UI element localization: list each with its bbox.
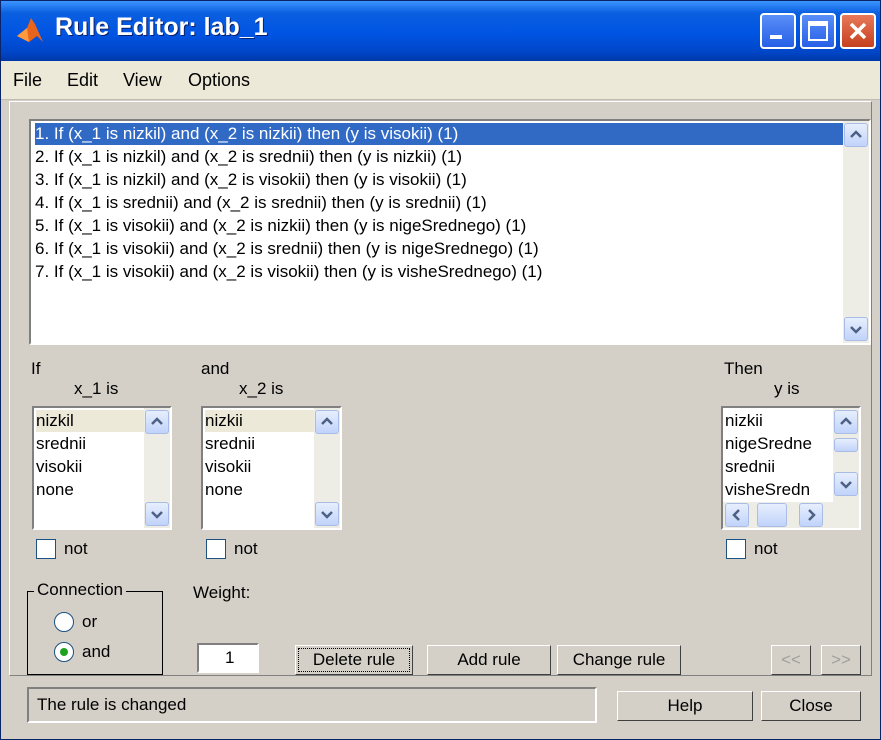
x2-variable-label: x_2 is	[239, 379, 284, 398]
rule-list-scrollbar[interactable]	[843, 121, 869, 343]
scroll-right-button[interactable]	[799, 503, 823, 527]
scroll-left-button[interactable]	[725, 503, 749, 527]
x1-variable-label: x_1 is	[74, 379, 119, 398]
y-not-label: not	[754, 539, 778, 558]
x2-membership-list[interactable]: nizkii srednii visokii none	[201, 406, 342, 530]
y-membership-list[interactable]: nizkii nigeSredne srednii visheSredn	[721, 406, 861, 530]
scroll-down-button[interactable]	[834, 472, 858, 496]
arrow-down-icon	[321, 511, 333, 519]
matlab-logo-icon	[17, 18, 43, 42]
y-not-checkbox[interactable]	[726, 539, 746, 559]
x2-list-item[interactable]: visokii	[205, 456, 251, 478]
connection-group: Connection or and	[27, 580, 163, 675]
rule-item[interactable]: 2. If (x_1 is nizkil) and (x_2 is sredni…	[35, 146, 462, 168]
weight-input[interactable]: 1	[197, 643, 259, 673]
arrow-down-icon	[840, 481, 852, 489]
x1-list-item[interactable]: srednii	[36, 433, 86, 455]
arrow-up-icon	[840, 417, 852, 425]
x2-not-label: not	[234, 539, 258, 558]
add-rule-button[interactable]: Add rule	[427, 645, 551, 675]
maximize-button[interactable]	[800, 13, 836, 49]
rule-item[interactable]: 3. If (x_1 is nizkil) and (x_2 is visoki…	[35, 169, 467, 191]
connection-and-label: and	[82, 642, 111, 661]
close-window-button[interactable]	[840, 13, 876, 49]
x1-not-label: not	[64, 539, 88, 558]
hscroll-thumb[interactable]	[757, 503, 787, 527]
arrow-up-icon	[151, 417, 163, 425]
window-title: Rule Editor: lab_1	[55, 13, 268, 41]
x2-list-item[interactable]: nizkii	[205, 410, 314, 432]
arrow-up-icon	[321, 417, 333, 425]
y-list-vscrollbar[interactable]	[833, 408, 859, 502]
x2-list-item[interactable]: none	[205, 479, 243, 501]
x1-list-scrollbar[interactable]	[144, 408, 170, 528]
x1-not-checkbox[interactable]	[36, 539, 56, 559]
x2-list-item[interactable]: srednii	[205, 433, 255, 455]
delete-rule-button[interactable]: Delete rule	[295, 645, 413, 675]
scroll-down-button[interactable]	[145, 502, 169, 526]
connection-label: Connection	[34, 580, 127, 600]
scroll-thumb[interactable]	[834, 438, 858, 452]
next-button[interactable]: >>	[821, 645, 861, 675]
x2-list-scrollbar[interactable]	[314, 408, 340, 528]
arrow-left-icon	[732, 509, 740, 521]
y-list-hscrollbar[interactable]	[723, 502, 859, 528]
x1-list-item[interactable]: none	[36, 479, 74, 501]
menu-edit[interactable]: Edit	[67, 70, 98, 91]
close-icon	[849, 22, 867, 40]
arrow-up-icon	[850, 130, 862, 138]
menu-file[interactable]: File	[13, 70, 42, 91]
help-button[interactable]: Help	[617, 691, 753, 721]
menu-view[interactable]: View	[123, 70, 162, 91]
x1-list-item[interactable]: nizkil	[36, 410, 144, 432]
if-caption: If	[31, 359, 41, 378]
menu-options[interactable]: Options	[188, 70, 250, 91]
radio-selected-dot	[60, 648, 68, 656]
status-bar: The rule is changed	[27, 687, 597, 723]
maximize-icon	[808, 21, 828, 41]
y-list-item[interactable]: visheSredn	[725, 479, 810, 501]
x1-membership-list[interactable]: nizkil srednii visokii none	[32, 406, 172, 530]
arrow-down-icon	[850, 326, 862, 334]
y-list-item[interactable]: srednii	[725, 456, 775, 478]
scroll-up-button[interactable]	[834, 410, 858, 434]
change-rule-button[interactable]: Change rule	[557, 645, 681, 675]
scroll-down-button[interactable]	[844, 317, 868, 341]
rule-item[interactable]: 6. If (x_1 is visokii) and (x_2 is sredn…	[35, 238, 539, 260]
x2-not-checkbox[interactable]	[206, 539, 226, 559]
scroll-up-button[interactable]	[145, 410, 169, 434]
scroll-down-button[interactable]	[315, 502, 339, 526]
connection-or-label: or	[82, 612, 98, 631]
rule-item[interactable]: 7. If (x_1 is visokii) and (x_2 is visok…	[35, 261, 542, 283]
then-caption: Then	[724, 359, 763, 378]
y-list-item[interactable]: nizkii	[725, 410, 763, 432]
arrow-right-icon	[808, 509, 816, 521]
title-bar[interactable]: Rule Editor: lab_1	[1, 1, 880, 61]
scroll-up-button[interactable]	[315, 410, 339, 434]
rule-list[interactable]: 1. If (x_1 is nizkil) and (x_2 is nizkii…	[29, 119, 871, 345]
rule-editor-window: Rule Editor: lab_1 File Edit View Option…	[0, 0, 881, 740]
scroll-up-button[interactable]	[844, 123, 868, 147]
minimize-button[interactable]	[760, 13, 796, 49]
y-variable-label: y is	[774, 379, 800, 398]
rule-item[interactable]: 4. If (x_1 is srednii) and (x_2 is sredn…	[35, 192, 487, 214]
status-text: The rule is changed	[37, 695, 187, 714]
prev-button[interactable]: <<	[771, 645, 811, 675]
rule-item[interactable]: 5. If (x_1 is visokii) and (x_2 is nizki…	[35, 215, 526, 237]
menu-bar: File Edit View Options	[1, 61, 880, 100]
x1-list-item[interactable]: visokii	[36, 456, 82, 478]
minimize-icon	[770, 35, 782, 39]
connection-and-radio[interactable]	[54, 642, 74, 662]
weight-label: Weight:	[193, 583, 251, 602]
arrow-down-icon	[151, 511, 163, 519]
close-button[interactable]: Close	[761, 691, 861, 721]
y-list-item[interactable]: nigeSredne	[725, 433, 812, 455]
and-caption: and	[201, 359, 230, 378]
rule-item[interactable]: 1. If (x_1 is nizkil) and (x_2 is nizkii…	[35, 123, 843, 145]
connection-or-radio[interactable]	[54, 612, 74, 632]
